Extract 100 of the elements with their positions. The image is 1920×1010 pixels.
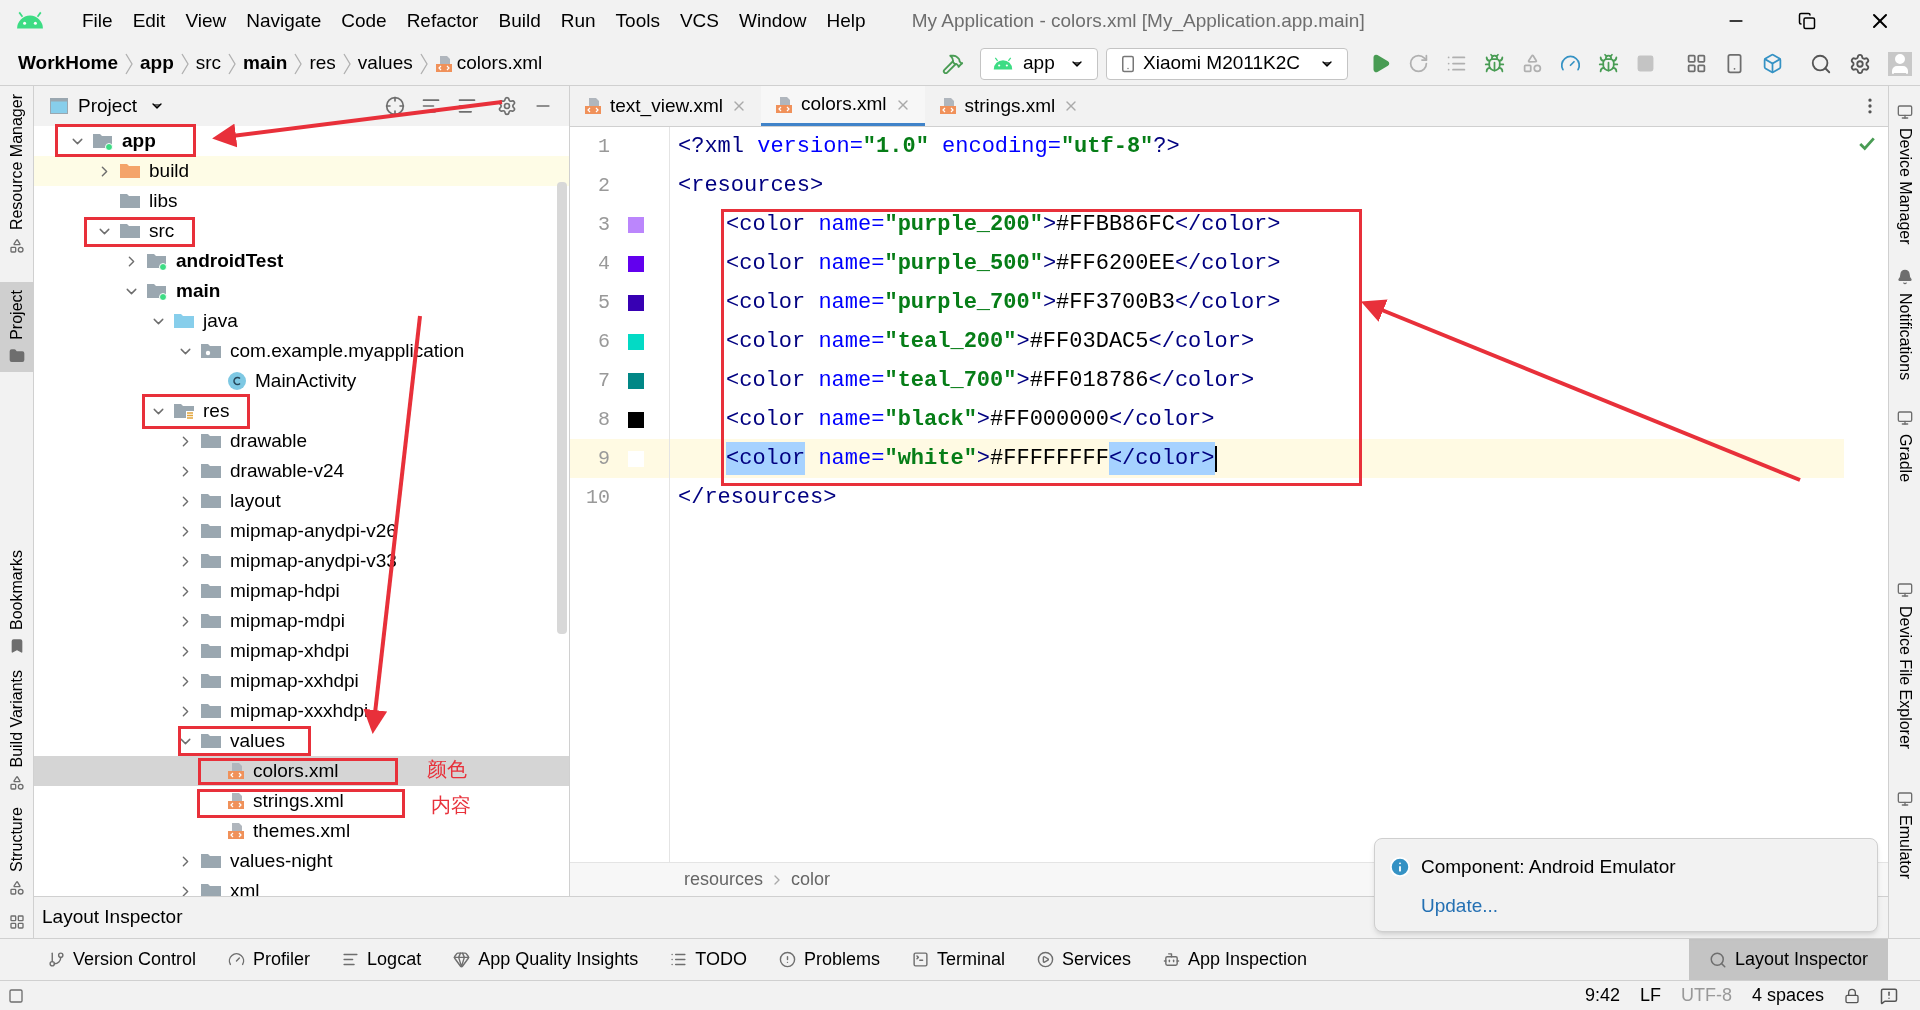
status-item[interactable]: LF bbox=[1639, 982, 1661, 1009]
menu-item[interactable]: Run bbox=[560, 6, 596, 36]
tool-window-tab[interactable]: Bookmarks bbox=[0, 541, 34, 662]
tree-item[interactable]: build bbox=[34, 156, 424, 186]
bookmark-icon bbox=[9, 637, 25, 654]
status-item[interactable]: 4 spaces bbox=[1751, 982, 1824, 1009]
tree-item[interactable]: mipmap-xxhdpi bbox=[34, 666, 424, 696]
breadcrumb-item[interactable]: values bbox=[357, 49, 413, 78]
menu-item[interactable]: Help bbox=[826, 6, 866, 36]
breadcrumb-item[interactable]: WorkHome bbox=[18, 49, 118, 78]
tool-window-button[interactable]: Layout Inspector bbox=[1688, 939, 1888, 980]
tree-item[interactable]: java bbox=[34, 306, 424, 336]
menu-item[interactable]: Code bbox=[341, 6, 387, 36]
tool-window-button[interactable]: TODO bbox=[670, 946, 747, 973]
tree-item[interactable]: res bbox=[34, 396, 424, 426]
tree-item[interactable]: mipmap-xhdpi bbox=[34, 636, 424, 666]
tree-item[interactable]: values bbox=[34, 726, 424, 756]
breadcrumb-item[interactable]: main bbox=[243, 49, 288, 78]
tree-item[interactable]: androidTest bbox=[34, 246, 424, 276]
tool-window-button[interactable]: App Quality Insights bbox=[453, 946, 639, 973]
editor-breadcrumb[interactable]: color bbox=[791, 866, 831, 893]
tool-window-tab[interactable]: Emulator bbox=[1892, 790, 1917, 879]
update-link[interactable]: Update... bbox=[1421, 891, 1863, 920]
tree-item[interactable]: values-night bbox=[34, 846, 424, 876]
tree-item[interactable]: drawable bbox=[34, 426, 424, 456]
tree-item[interactable]: drawable-v24 bbox=[34, 456, 424, 486]
restore-icon[interactable] bbox=[1798, 12, 1816, 30]
locate-icon[interactable] bbox=[385, 96, 405, 116]
tree-item[interactable]: colors.xml bbox=[34, 756, 424, 786]
menu-item[interactable]: View bbox=[185, 6, 227, 36]
color-swatch[interactable] bbox=[628, 294, 644, 311]
menu-item[interactable]: Tools bbox=[615, 6, 660, 36]
panel-toggle-icon[interactable] bbox=[8, 987, 24, 1004]
tool-window-button[interactable]: Profiler bbox=[228, 946, 311, 973]
tree-item[interactable]: app bbox=[34, 126, 424, 156]
color-swatch[interactable] bbox=[628, 255, 644, 272]
tool-window-tab[interactable]: Project bbox=[0, 282, 34, 372]
tool-window-button[interactable]: Logcat bbox=[342, 946, 422, 973]
tool-window-tab[interactable]: Gradle bbox=[1892, 409, 1917, 482]
debug-icon[interactable] bbox=[1484, 53, 1505, 74]
collapse-all-icon[interactable] bbox=[457, 96, 477, 116]
tree-item[interactable]: MainActivity bbox=[34, 366, 424, 396]
tree-item[interactable]: xml bbox=[34, 876, 424, 896]
menu-item[interactable]: Refactor bbox=[406, 6, 479, 36]
color-swatch[interactable] bbox=[628, 372, 644, 389]
tool-window-button[interactable]: App Inspection bbox=[1163, 946, 1308, 973]
settings-icon[interactable] bbox=[1849, 52, 1871, 75]
hammer-icon[interactable] bbox=[942, 52, 964, 75]
expand-all-icon[interactable] bbox=[421, 96, 441, 116]
editor-tab[interactable]: strings.xml bbox=[924, 86, 1094, 126]
tool-window-button[interactable]: Terminal bbox=[911, 946, 1005, 973]
project-view-dropdown[interactable]: Project bbox=[78, 91, 166, 121]
menu-item[interactable]: Build bbox=[498, 6, 541, 36]
tool-window-tab[interactable]: Device File Explorer bbox=[1892, 581, 1917, 749]
tool-window-tab[interactable]: Structure bbox=[0, 799, 34, 904]
menu-item[interactable]: Edit bbox=[132, 6, 166, 36]
tree-item[interactable]: main bbox=[34, 276, 424, 306]
menu-item[interactable]: VCS bbox=[679, 6, 719, 36]
tool-window-tab[interactable]: Device Manager bbox=[1892, 104, 1917, 245]
color-swatch[interactable] bbox=[628, 216, 644, 233]
tool-window-button[interactable]: Services bbox=[1036, 946, 1131, 973]
tree-item[interactable]: layout bbox=[34, 486, 424, 516]
menu-item[interactable]: Window bbox=[739, 6, 807, 36]
tree-item[interactable]: mipmap-mdpi bbox=[34, 606, 424, 636]
editor-tab[interactable]: colors.xml bbox=[761, 86, 925, 126]
editor-breadcrumb[interactable]: resources bbox=[684, 866, 764, 893]
menu-item[interactable]: Navigate bbox=[246, 6, 322, 36]
scrollbar[interactable] bbox=[557, 182, 567, 634]
tool-window-button[interactable]: Version Control bbox=[48, 946, 197, 973]
tree-item[interactable]: mipmap-xxxhdpi bbox=[34, 696, 424, 726]
breadcrumb-item[interactable]: src bbox=[195, 49, 222, 78]
status-item[interactable]: 9:42 bbox=[1584, 982, 1620, 1009]
breadcrumb-item[interactable]: res bbox=[309, 49, 336, 78]
tool-window-button[interactable]: Problems bbox=[778, 946, 880, 973]
color-swatch[interactable] bbox=[628, 333, 644, 350]
sdk-download-icon[interactable] bbox=[1762, 53, 1783, 74]
tool-window-tab[interactable]: Notifications bbox=[1892, 268, 1917, 380]
menu-item[interactable]: File bbox=[82, 6, 113, 36]
structure-icon[interactable] bbox=[8, 914, 25, 930]
editor-tab[interactable]: text_view.xml bbox=[570, 86, 761, 126]
color-swatch[interactable] bbox=[628, 411, 644, 428]
breadcrumb-item[interactable]: app bbox=[139, 49, 174, 78]
lock-icon[interactable] bbox=[1844, 987, 1860, 1004]
device-manager-icon[interactable] bbox=[1686, 53, 1707, 74]
tool-window-tab[interactable]: Build Variants bbox=[0, 661, 34, 800]
attach-debugger-icon[interactable] bbox=[1598, 53, 1619, 74]
tool-window-tab[interactable]: Resource Manager bbox=[0, 86, 34, 263]
run-config-dropdown[interactable]: app bbox=[980, 47, 1098, 80]
breadcrumb-item[interactable]: colors.xml bbox=[456, 49, 543, 78]
tree-item[interactable]: themes.xml bbox=[34, 816, 424, 846]
device-mirror-icon[interactable] bbox=[1724, 53, 1745, 74]
tree-item[interactable]: strings.xml bbox=[34, 786, 424, 816]
device-dropdown[interactable]: Xiaomi M2011K2C bbox=[1106, 47, 1348, 80]
search-icon[interactable] bbox=[1810, 52, 1832, 75]
tree-item[interactable]: mipmap-hdpi bbox=[34, 576, 424, 606]
tree-item[interactable]: libs bbox=[34, 186, 424, 216]
settings-icon[interactable] bbox=[497, 96, 517, 116]
color-swatch[interactable] bbox=[628, 450, 644, 467]
event-icon[interactable] bbox=[1880, 986, 1898, 1005]
tree-item[interactable]: src bbox=[34, 216, 424, 246]
